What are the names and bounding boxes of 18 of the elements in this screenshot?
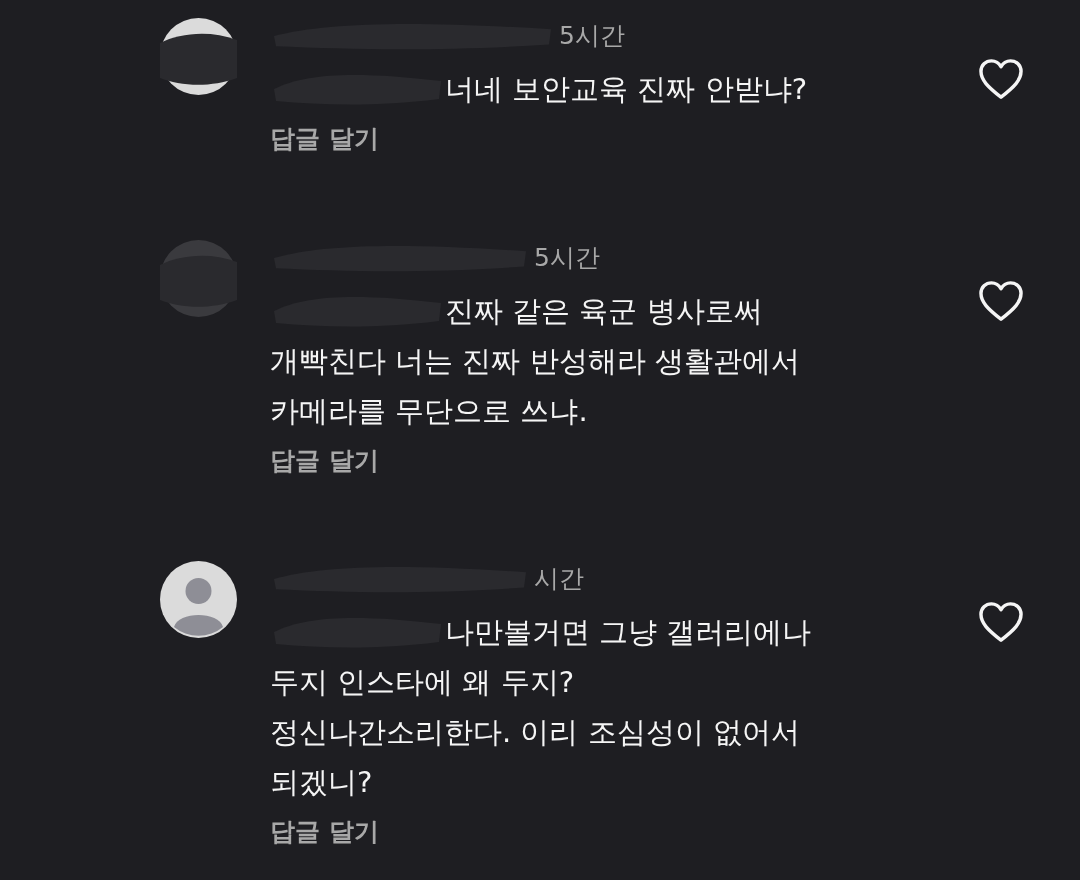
comment-text: 되겠니? [270, 764, 373, 801]
comment-text: 나만볼거면 그냥 갤러리에나 [445, 614, 812, 651]
avatar-icon[interactable] [160, 561, 237, 638]
comment-text: 카메라를 무단으로 쓰냐. [270, 392, 588, 430]
comment-text: 너네 보안교육 진짜 안받냐? [445, 71, 808, 108]
comment-text: 개빡친다 너는 진짜 반성해라 생활관에서 [270, 342, 800, 380]
heart-icon[interactable] [978, 601, 1024, 643]
reply-link[interactable]: 답글 달기 [270, 813, 379, 851]
heart-icon[interactable] [978, 58, 1024, 100]
comment-text: 정신나간소리한다. 이리 조심성이 없어서 [270, 714, 800, 751]
comment-text: 진짜 같은 육군 병사로써 [445, 292, 763, 330]
comment-text: 두지 인스타에 왜 두지? [270, 664, 575, 701]
heart-icon[interactable] [978, 279, 1024, 322]
reply-link[interactable]: 답글 달기 [270, 441, 379, 479]
comment-time: 5시간 [534, 241, 600, 274]
comment-time: 5시간 [559, 20, 625, 53]
reply-link[interactable]: 답글 달기 [270, 120, 379, 158]
comment-time: 시간 [534, 563, 584, 596]
